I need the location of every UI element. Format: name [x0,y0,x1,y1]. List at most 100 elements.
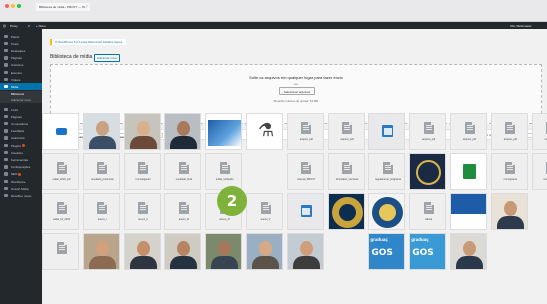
media-tile[interactable]: resultado_final [164,153,202,190]
media-tile[interactable] [490,193,528,230]
close-window-icon[interactable] [5,4,9,8]
media-tile[interactable]: arquivo_pdf [327,113,365,150]
browser-tab[interactable]: Biblioteca de mídia ‹ PROXY — W... × [36,3,90,11]
media-tile[interactable]: manual_PROXY [286,153,324,190]
document-line [344,129,351,130]
media-tile[interactable] [450,153,487,190]
sidebar-item[interactable]: Ferramentas [0,156,42,163]
body [88,136,116,149]
menu-icon [4,56,8,60]
admin-bar-new[interactable]: + Novo [36,24,46,28]
sidebar-item[interactable]: Recolher menu [0,192,42,199]
media-tile[interactable] [42,113,79,150]
sidebar-item[interactable]: Páginas [0,113,42,120]
media-tile[interactable]: graduaç GOS [368,233,406,270]
media-tile[interactable] [531,233,547,270]
media-tile[interactable]: graduaç GOS [409,233,447,270]
admin-bar-site[interactable]: Proxy [10,24,18,28]
sidebar-item-label: Páginas [11,114,22,119]
media-tile[interactable] [82,233,120,270]
media-tile[interactable] [123,113,161,150]
media-tile[interactable] [246,153,283,190]
document-line [99,205,106,206]
media-tile[interactable]: resultado_pdf [531,153,547,190]
sidebar-item[interactable]: Posts [0,40,42,47]
media-tile[interactable]: anexo_V [246,193,283,230]
tab-close-icon[interactable]: × [86,4,88,8]
sidebar-item[interactable]: Configurações [0,164,42,171]
maximize-window-icon[interactable] [17,4,21,8]
sidebar-item[interactable]: Plugins [0,142,42,149]
sidebar-item-label: Configurações [11,165,31,170]
media-tile[interactable]: anexo_II [123,193,161,230]
comments-count[interactable]: 0 [28,24,30,28]
update-notice[interactable]: O WordPress 5.0.3 está disponível! Atual… [50,39,126,45]
document-line [262,207,269,208]
media-tile[interactable] [368,113,406,150]
document-line [140,167,147,168]
media-tile[interactable] [205,113,243,150]
media-tile[interactable]: arquivo_pdf [409,113,447,150]
media-tile[interactable]: arquivo_pdf [286,113,324,150]
sidebar-subitem[interactable]: Adicionar nova [0,96,42,103]
sidebar-item[interactable]: Aparência [0,135,42,142]
sidebar-item[interactable]: Eventos [0,69,42,76]
media-tile[interactable]: arquivo_pdf [490,113,528,150]
sidebar-item[interactable]: Vídeos [0,76,42,83]
sidebar-item[interactable]: Anúncios [0,62,42,69]
media-tile[interactable] [327,233,365,270]
media-tile[interactable]: ⚗ [246,113,283,150]
media-tile[interactable] [286,233,324,270]
body [496,216,524,229]
media-tile[interactable]: edital_2018_pdf [42,153,79,190]
sidebar-item[interactable]: Wordfence [0,178,42,185]
photo-thumbnail [165,114,200,149]
sidebar-item[interactable]: Smush Mídia [0,185,42,192]
media-tile[interactable] [205,233,243,270]
sidebar-item[interactable]: Destaques [0,47,42,54]
media-tile[interactable] [327,193,365,230]
media-tile[interactable] [286,193,324,230]
sidebar-item[interactable]: Links [0,106,42,113]
sidebar-item[interactable]: Painel [0,33,42,40]
sidebar-item[interactable]: Comentários [0,120,42,127]
media-tile[interactable]: formulario_inscricao [327,153,365,190]
media-tile[interactable] [82,113,120,150]
media-tile[interactable]: edital_retificado [205,153,243,190]
sidebar-item[interactable]: Páginas [0,55,42,62]
media-tile[interactable]: arquivo_pdf [531,113,547,150]
media-tile[interactable]: anexo_I [82,193,120,230]
media-tile[interactable] [164,113,202,150]
media-tile[interactable]: cronograma [490,153,528,190]
sidebar-subitem[interactable]: Biblioteca [0,90,42,97]
sidebar-item[interactable]: Usuários [0,149,42,156]
photo-thumbnail [492,194,527,229]
media-tile[interactable] [490,233,528,270]
media-tile[interactable] [246,233,283,270]
minimize-window-icon[interactable] [11,4,15,8]
media-tile[interactable] [368,193,406,230]
sidebar-item[interactable]: SEO [0,171,42,178]
media-tile[interactable]: regulamento_programa [368,153,406,190]
add-new-button[interactable]: Adicionar nova [94,54,120,62]
document-line [384,167,391,168]
wp-logo-icon[interactable]: Ⓦ [3,24,6,28]
media-tile[interactable] [450,193,487,230]
admin-bar-user[interactable]: Olá, Webmaster [510,24,532,28]
media-tile[interactable] [164,233,202,270]
media-tile[interactable]: resultado_preliminar [82,153,120,190]
media-tile[interactable]: anexo_III [164,193,202,230]
media-tile[interactable] [123,233,161,270]
media-tile[interactable] [409,153,447,190]
media-tile[interactable] [450,233,487,270]
sidebar-item[interactable]: Feedback [0,128,42,135]
media-tile[interactable]: homologacao [123,153,161,190]
media-tile[interactable]: tabela [409,193,447,230]
select-files-button[interactable]: Selecionar arquivos [279,87,315,95]
media-tile[interactable] [531,193,547,230]
media-tile[interactable] [42,233,79,270]
media-tile[interactable]: edital_01_2019 [42,193,79,230]
sidebar-item[interactable]: Mídia [0,83,42,90]
body [88,256,116,269]
media-tile[interactable]: arquivo_pdf [450,113,487,150]
